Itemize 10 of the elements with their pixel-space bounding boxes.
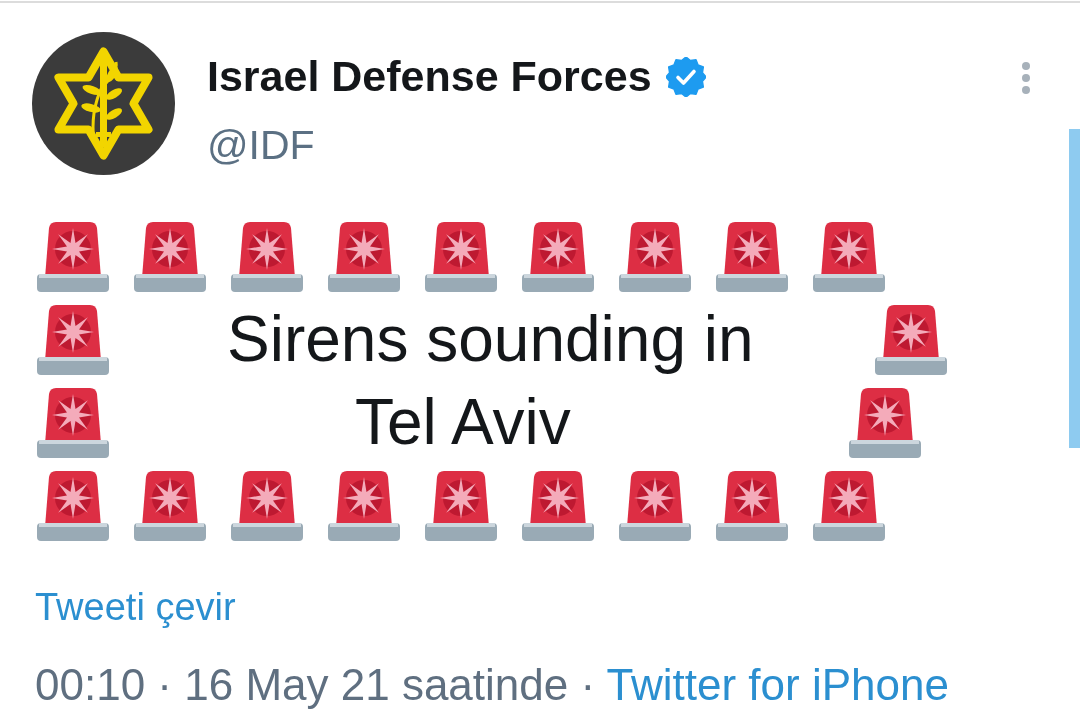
avatar-icon[interactable] <box>32 32 175 175</box>
tweet-timestamp: 00:10 · 16 May 21 saatinde · Twitter for iPhone <box>35 658 949 711</box>
more-options-icon[interactable] <box>1020 62 1032 94</box>
author-name[interactable]: Israel Defense Forces <box>207 51 652 103</box>
tweet-text: Sirens sounding in <box>227 302 754 376</box>
author-handle[interactable]: @IDF <box>207 120 315 170</box>
source-link[interactable]: Twitter for iPhone <box>606 659 949 709</box>
scrollbar-thumb[interactable] <box>1069 129 1080 448</box>
tweet-text: Tel Aviv <box>355 385 571 459</box>
translate-link[interactable]: Tweeti çevir <box>35 585 236 631</box>
